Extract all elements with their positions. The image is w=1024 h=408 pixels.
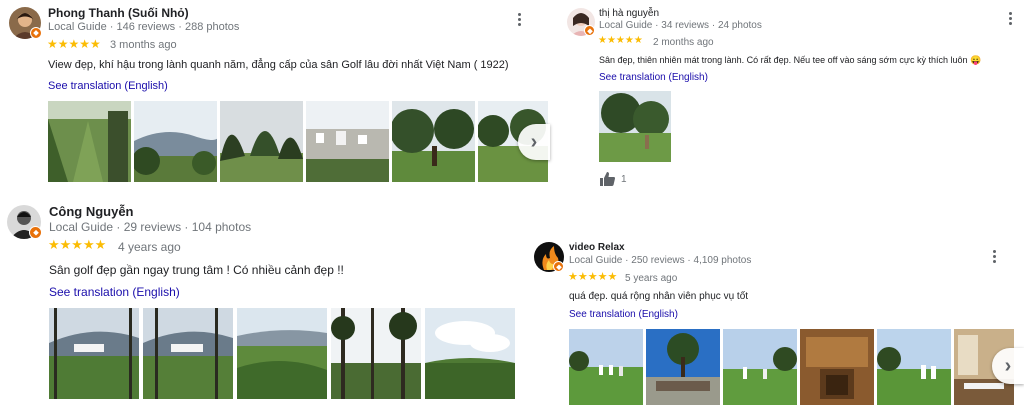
review-card: Phong Thanh (Suối Nhỏ) Local Guide · 146… — [0, 0, 560, 190]
review-photo[interactable] — [134, 101, 217, 182]
review-photo[interactable] — [723, 329, 797, 405]
review-date: 2 months ago — [653, 37, 714, 48]
review-photo[interactable] — [392, 101, 475, 182]
reviewer-meta: Local Guide · 250 reviews · 4,109 photos — [569, 255, 752, 266]
review-photo[interactable] — [49, 308, 139, 399]
star-rating: ★★★★★ — [598, 35, 643, 46]
review-photo[interactable] — [306, 101, 389, 182]
star-rating: ★★★★★ — [47, 37, 101, 51]
chevron-right-icon[interactable]: › — [992, 348, 1024, 384]
review-photo[interactable] — [646, 329, 720, 405]
thumb-up-icon — [600, 172, 615, 186]
local-guide-badge-icon — [30, 27, 42, 39]
review-date: 5 years ago — [625, 273, 678, 284]
reviewer-meta: Local Guide · 34 reviews · 24 photos — [599, 20, 762, 31]
star-rating: ★★★★★ — [568, 271, 618, 283]
review-photo[interactable] — [877, 329, 951, 405]
reviewer-name[interactable]: video Relax — [569, 242, 625, 253]
review-photo[interactable] — [237, 308, 327, 399]
local-guide-badge-icon — [553, 261, 564, 272]
see-translation-link[interactable]: See translation (English) — [599, 72, 708, 83]
review-card: Công Nguyễn Local Guide · 29 reviews · 1… — [0, 200, 560, 408]
review-photo[interactable] — [331, 308, 421, 399]
reviewer-name[interactable]: Phong Thanh (Suối Nhỏ) — [48, 6, 189, 20]
more-vert-icon[interactable] — [1009, 12, 1013, 27]
reviewer-name[interactable]: thị hà nguyễn — [599, 8, 659, 19]
review-photo[interactable] — [599, 91, 671, 162]
reviewer-meta: Local Guide · 146 reviews · 288 photos — [48, 21, 240, 33]
review-card: video Relax Local Guide · 250 reviews · … — [530, 232, 1024, 408]
see-translation-link[interactable]: See translation (English) — [49, 285, 180, 299]
reviewer-name[interactable]: Công Nguyễn — [49, 204, 134, 219]
see-translation-link[interactable]: See translation (English) — [569, 309, 678, 320]
review-text: View đẹp, khí hậu trong lành quanh năm, … — [48, 59, 509, 71]
review-card: thị hà nguyễn Local Guide · 34 reviews ·… — [560, 0, 1024, 200]
review-text: Sân golf đẹp gần ngay trung tâm ! Có nhi… — [49, 263, 344, 277]
review-photo[interactable] — [425, 308, 515, 399]
more-vert-icon[interactable] — [993, 250, 997, 265]
star-rating: ★★★★★ — [48, 237, 107, 252]
review-text: Sân đẹp, thiên nhiên mát trong lành. Có … — [599, 55, 982, 65]
more-vert-icon[interactable] — [518, 13, 522, 28]
review-date: 3 months ago — [110, 39, 177, 51]
chevron-right-icon[interactable]: › — [518, 124, 550, 160]
review-photo[interactable] — [800, 329, 874, 405]
review-photo[interactable] — [48, 101, 131, 182]
like-count: 1 — [621, 173, 627, 185]
see-translation-link[interactable]: See translation (English) — [48, 80, 168, 92]
like-button[interactable]: 1 — [600, 172, 627, 186]
review-date: 4 years ago — [118, 240, 181, 254]
local-guide-badge-icon — [29, 226, 42, 239]
local-guide-badge-icon — [584, 25, 595, 36]
review-text: quá đẹp. quá rộng nhân viên phục vụ tốt — [569, 291, 749, 302]
review-photo[interactable] — [220, 101, 303, 182]
review-photo[interactable] — [569, 329, 643, 405]
review-photo[interactable] — [143, 308, 233, 399]
reviewer-meta: Local Guide · 29 reviews · 104 photos — [49, 220, 252, 234]
